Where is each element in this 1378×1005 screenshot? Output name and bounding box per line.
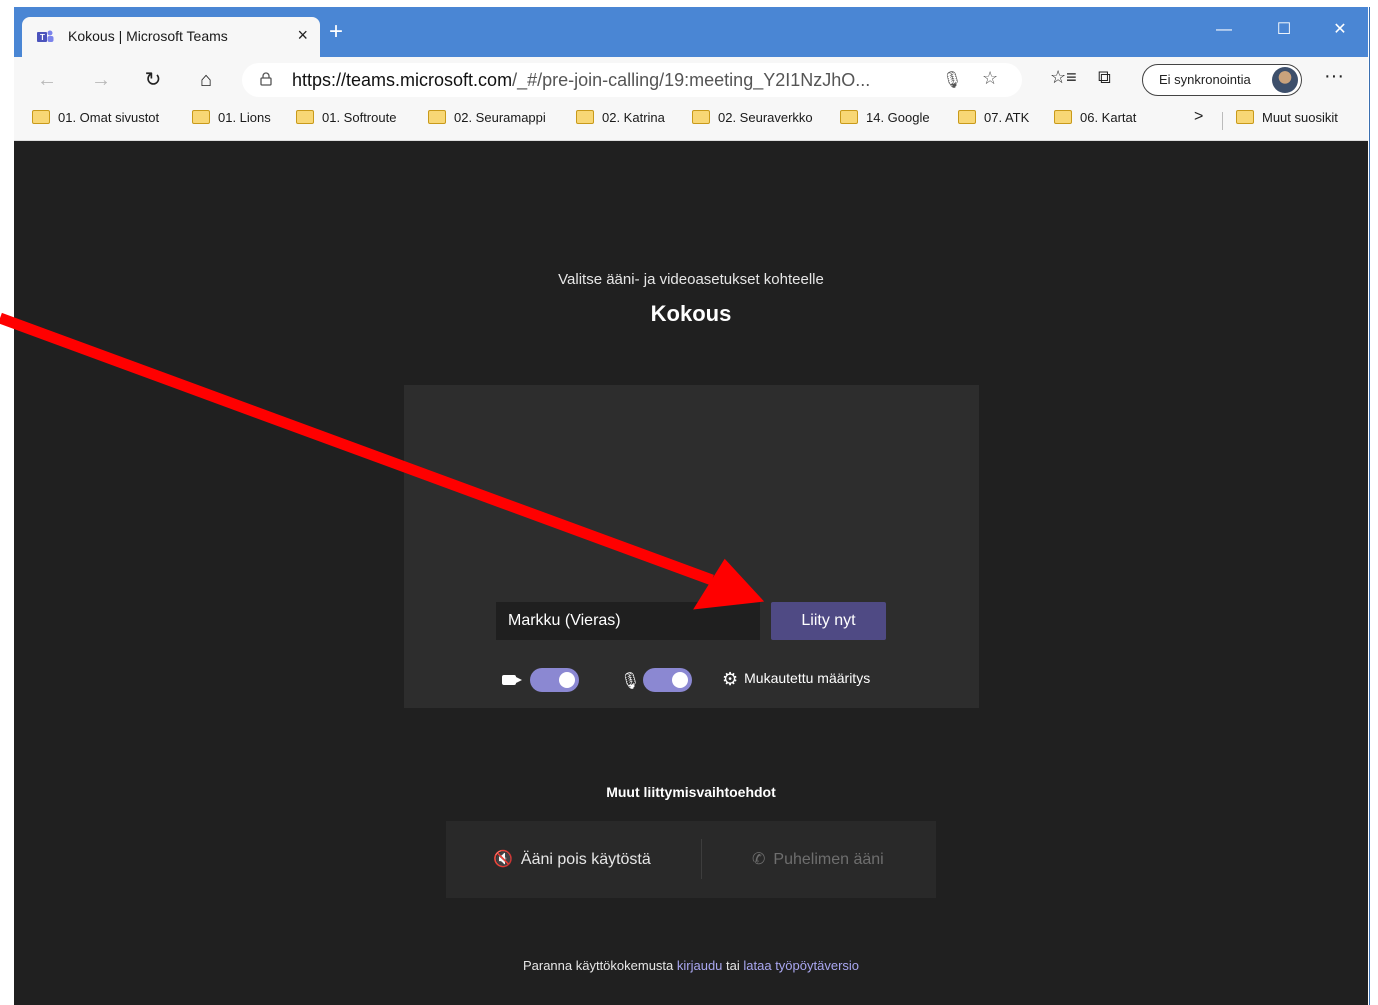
phone-audio-option[interactable]: ✆ Puhelimen ääni bbox=[752, 821, 884, 898]
folder-icon bbox=[192, 110, 210, 124]
favorite-label: 06. Kartat bbox=[1080, 110, 1137, 125]
favorite-folder[interactable]: 14. Google bbox=[840, 110, 930, 130]
forward-button[interactable]: → bbox=[88, 67, 114, 93]
favorite-folder[interactable]: 06. Kartat bbox=[1054, 110, 1136, 130]
favorite-folder[interactable]: 01. Lions bbox=[192, 110, 271, 130]
microphone-toggle[interactable] bbox=[643, 668, 692, 692]
svg-text:T: T bbox=[40, 33, 45, 42]
favorite-folder[interactable]: 01. Softroute bbox=[296, 110, 396, 130]
favorite-label: 02. Katrina bbox=[602, 110, 665, 125]
toggle-knob bbox=[672, 672, 688, 688]
phone-audio-label: Puhelimen ääni bbox=[773, 851, 884, 868]
address-url: https://teams.microsoft.com/_#/pre-join-… bbox=[292, 70, 870, 91]
address-bar[interactable]: https://teams.microsoft.com/_#/pre-join-… bbox=[242, 63, 1022, 97]
favorite-label: 14. Google bbox=[866, 110, 930, 125]
favorite-label: 02. Seuramappi bbox=[454, 110, 546, 125]
favorite-label: Muut suosikit bbox=[1262, 110, 1338, 125]
folder-icon bbox=[1054, 110, 1072, 124]
meeting-title: Kokous bbox=[650, 301, 732, 326]
favorite-label: 07. ATK bbox=[984, 110, 1030, 125]
toggle-knob bbox=[559, 672, 575, 688]
options-divider bbox=[701, 839, 702, 879]
other-join-options: 🔇 Ääni pois käytöstä ✆ Puhelimen ääni bbox=[446, 821, 936, 898]
favorite-folder[interactable]: 02. Katrina bbox=[576, 110, 665, 130]
new-tab-button[interactable]: + bbox=[329, 20, 343, 44]
camera-toggle[interactable] bbox=[530, 668, 579, 692]
tab-title: Kokous | Microsoft Teams bbox=[68, 28, 228, 44]
back-button[interactable]: ← bbox=[34, 67, 60, 93]
phone-icon: ✆ bbox=[752, 851, 766, 868]
teams-icon: T bbox=[37, 30, 54, 42]
gear-icon: ⚙ bbox=[722, 669, 739, 689]
url-path: /_#/pre-join-calling/19:meeting_Y2I1NzJh… bbox=[512, 70, 871, 90]
browser-titlebar: T Kokous | Microsoft Teams × + — ☐ ✕ bbox=[14, 7, 1368, 57]
add-favorite-icon[interactable]: ☆ bbox=[982, 68, 998, 89]
folder-icon bbox=[428, 110, 446, 124]
favorite-folder[interactable]: 07. ATK bbox=[958, 110, 1029, 130]
folder-icon bbox=[840, 110, 858, 124]
favorites-icon[interactable]: ☆≡ bbox=[1050, 67, 1077, 88]
footer-middle: tai bbox=[722, 958, 744, 973]
favorite-label: 01. Softroute bbox=[322, 110, 397, 125]
other-join-options-title: Muut liittymisvaihtoehdot bbox=[606, 784, 776, 800]
custom-setup-label: Mukautettu määritys bbox=[744, 670, 871, 686]
audio-off-option[interactable]: 🔇 Ääni pois käytöstä bbox=[493, 821, 651, 898]
refresh-button[interactable]: ↻ bbox=[140, 67, 166, 93]
prejoin-subtitle: Valitse ääni- ja videoasetukset kohteell… bbox=[558, 271, 824, 288]
close-window-button[interactable]: ✕ bbox=[1320, 15, 1360, 45]
favorite-label: 02. Seuraverkko bbox=[718, 110, 813, 125]
favorite-folder[interactable]: 01. Omat sivustot bbox=[32, 110, 159, 130]
favorite-folder[interactable]: 02. Seuramappi bbox=[428, 110, 546, 130]
profile-sync-button[interactable]: Ei synkronointia bbox=[1142, 64, 1302, 96]
download-desktop-link[interactable]: lataa työpöytäversio bbox=[743, 958, 859, 973]
footer-prefix: Paranna käyttökokemusta bbox=[522, 958, 677, 973]
more-options-icon[interactable]: ··· bbox=[1324, 65, 1344, 88]
camera-icon bbox=[502, 675, 522, 685]
folder-icon bbox=[32, 110, 50, 124]
favorite-folder[interactable]: 02. Seuraverkko bbox=[692, 110, 813, 130]
audio-off-label: Ääni pois käytöstä bbox=[520, 851, 651, 868]
sign-in-link[interactable]: kirjaudu bbox=[677, 958, 723, 973]
guest-name-input[interactable] bbox=[496, 602, 760, 640]
tab-close-icon[interactable]: × bbox=[297, 25, 308, 46]
favorites-divider bbox=[1222, 112, 1223, 130]
join-now-button[interactable]: Liity nyt bbox=[771, 602, 886, 640]
collections-icon[interactable]: ⧉ bbox=[1098, 67, 1111, 88]
speaker-off-icon: 🔇 bbox=[493, 851, 513, 868]
voice-search-icon[interactable]: 🎙 bbox=[942, 70, 962, 90]
minimize-button[interactable]: — bbox=[1204, 15, 1244, 45]
browser-toolbar: ← → ↻ ⌂ https://teams.microsoft.com/_#/p… bbox=[14, 57, 1368, 102]
favorites-bar: 01. Omat sivustot 01. Lions 01. Softrout… bbox=[14, 102, 1368, 141]
favorite-label: 01. Omat sivustot bbox=[58, 110, 160, 125]
avatar bbox=[1272, 67, 1298, 93]
home-button[interactable]: ⌂ bbox=[193, 67, 219, 93]
favorite-label: 01. Lions bbox=[218, 110, 271, 125]
footer-text: Paranna käyttökokemusta kirjaudu tai lat… bbox=[14, 958, 1368, 973]
teams-prejoin-page: Valitse ääni- ja videoasetukset kohteell… bbox=[14, 141, 1368, 1005]
favorites-overflow-chevron-icon[interactable]: > bbox=[1194, 108, 1203, 126]
sync-label: Ei synkronointia bbox=[1159, 72, 1251, 87]
folder-icon bbox=[692, 110, 710, 124]
maximize-button[interactable]: ☐ bbox=[1264, 15, 1304, 45]
custom-setup-button[interactable]: ⚙ Mukautettu määritys bbox=[722, 669, 870, 690]
folder-icon bbox=[296, 110, 314, 124]
prejoin-card: Liity nyt 🎙 ⚙ Mukautettu määritys bbox=[404, 385, 979, 708]
folder-icon bbox=[576, 110, 594, 124]
folder-icon bbox=[1236, 110, 1254, 124]
lock-icon bbox=[260, 72, 272, 86]
url-host: https://teams.microsoft.com bbox=[292, 70, 513, 90]
folder-icon bbox=[958, 110, 976, 124]
other-favorites-folder[interactable]: Muut suosikit bbox=[1236, 110, 1338, 130]
browser-tab-active[interactable]: T Kokous | Microsoft Teams × bbox=[22, 17, 320, 57]
microphone-icon: 🎙 bbox=[620, 673, 641, 690]
